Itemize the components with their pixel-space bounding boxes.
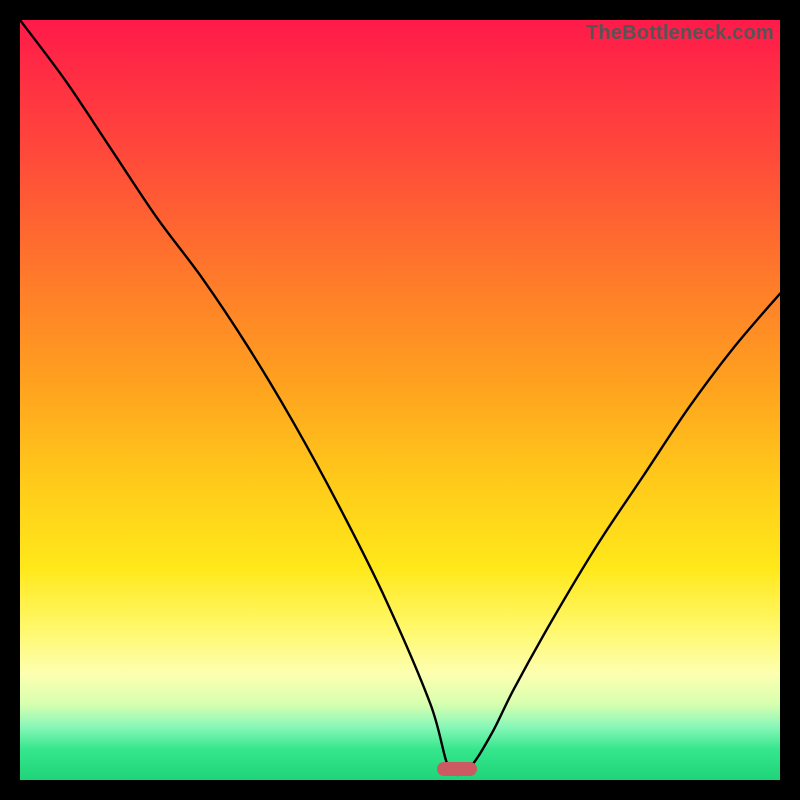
plot-area: TheBottleneck.com: [20, 20, 780, 780]
chart-stage: TheBottleneck.com: [0, 0, 800, 800]
bottleneck-curve: [20, 20, 780, 780]
min-marker: [437, 762, 477, 776]
watermark-text: TheBottleneck.com: [586, 22, 774, 45]
